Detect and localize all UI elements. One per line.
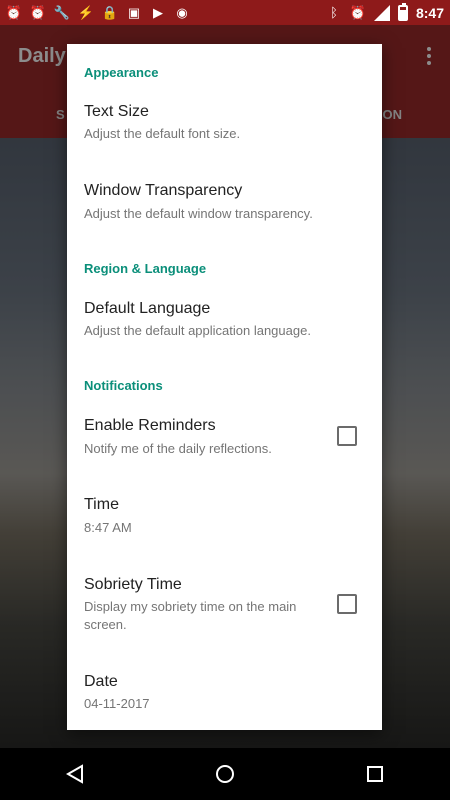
pref-summary: Adjust the default window transparency. [84, 206, 313, 221]
pref-title: Default Language [84, 300, 211, 317]
alarm-icon: ⏰ [29, 4, 47, 20]
section-header-appearance: Appearance [84, 65, 159, 80]
back-button[interactable] [55, 754, 95, 794]
pref-summary: Display my sobriety time on the main scr… [84, 599, 297, 632]
lock-icon: 🔒 [101, 4, 119, 20]
pref-title: Time [84, 496, 119, 513]
settings-dialog: Appearance Text Size Adjust the default … [67, 44, 382, 730]
alarm-icon: ⏰ [349, 4, 367, 20]
recents-icon [367, 766, 383, 782]
home-icon [216, 765, 234, 783]
pref-title: Date [84, 673, 118, 690]
status-right-icons: ᛒ ⏰ 8:47 [326, 2, 444, 21]
pref-title: Enable Reminders [84, 417, 216, 434]
status-bar: ⏰ ⏰ 🔧 ⚡ 🔒 ▣ ▶ ◉ ᛒ ⏰ 8:47 [0, 0, 450, 25]
navigation-bar [0, 748, 450, 800]
enable-reminders-checkbox[interactable] [337, 426, 357, 446]
bluetooth-icon: ᛒ [330, 5, 338, 20]
recents-button[interactable] [355, 754, 395, 794]
section-header-region-language: Region & Language [84, 261, 207, 276]
status-left-icons: ⏰ ⏰ 🔧 ⚡ 🔒 ▣ ▶ ◉ [6, 5, 190, 21]
battery-icon [397, 2, 408, 21]
back-icon [65, 764, 83, 784]
android-icon: ◉ [176, 4, 188, 20]
pref-summary: 8:47 AM [84, 520, 132, 535]
signal-icon [373, 4, 390, 21]
flash-off-icon: ⚡ [77, 4, 95, 20]
pref-title: Text Size [84, 103, 149, 120]
alarm-icon: ⏰ [5, 4, 23, 20]
wrench-icon: 🔧 [53, 4, 71, 20]
play-store-icon: ▶ [153, 4, 163, 20]
sobriety-time-checkbox[interactable] [337, 594, 357, 614]
section-header-notifications: Notifications [84, 378, 163, 393]
pref-summary: Adjust the default application language. [84, 323, 311, 338]
status-time: 8:47 [415, 4, 444, 21]
pref-summary: Notify me of the daily reflections. [84, 441, 272, 456]
home-button[interactable] [205, 754, 245, 794]
pref-title: Sobriety Time [84, 576, 182, 593]
pref-title: Window Transparency [84, 182, 243, 199]
pref-summary: Adjust the default font size. [84, 126, 241, 141]
pref-summary: 04-11-2017 [84, 696, 150, 711]
photo-icon: ▣ [127, 4, 141, 20]
